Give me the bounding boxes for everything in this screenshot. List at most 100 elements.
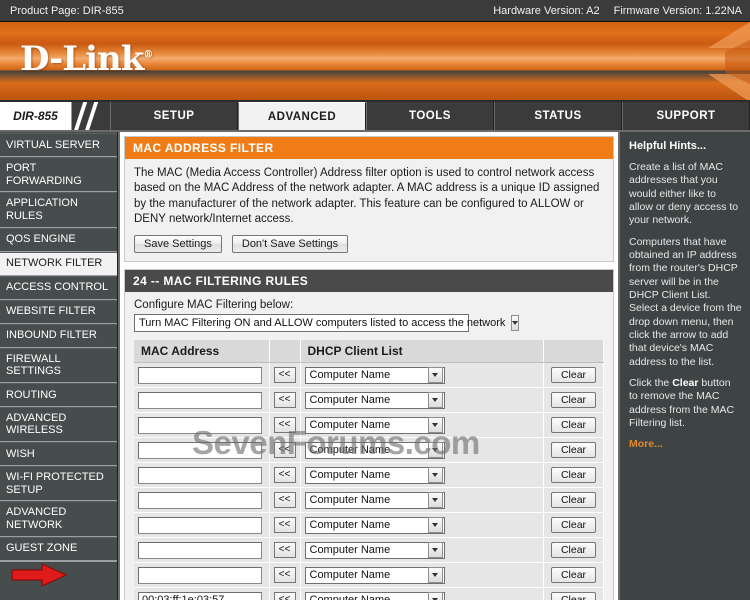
rules-panel-body: Configure MAC Filtering below: Turn MAC … [125,292,613,600]
sidebar-item-application-rules[interactable]: APPLICATION RULES [0,192,117,228]
clear-button[interactable]: Clear [550,492,597,509]
cell-dhcp-client: Computer Name [300,587,544,600]
sidebar-item-wish[interactable]: WISH [0,442,117,467]
dont-save-settings-button[interactable]: Don't Save Settings [231,235,349,254]
dhcp-client-value: Computer Name [309,494,391,507]
mac-address-input[interactable] [138,441,262,459]
mac-filter-panel-body: The MAC (Media Access Controller) Addres… [125,159,613,262]
copy-mac-button[interactable]: << [273,442,296,459]
clear-button[interactable]: Clear [550,467,597,484]
clear-button[interactable]: Clear [550,417,597,434]
nav-slash-decoration [72,102,110,130]
clear-button[interactable]: Clear [550,592,597,600]
chevron-down-icon [427,417,443,434]
sidebar-item-access-control[interactable]: ACCESS CONTROL [0,275,117,300]
dhcp-client-select[interactable]: Computer Name [304,441,445,459]
nav-tab-list: SETUP ADVANCED TOOLS STATUS SUPPORT [110,102,750,130]
hints-more-link[interactable]: More... [629,438,742,451]
dhcp-client-value: Computer Name [309,419,391,432]
table-row: << Computer Name Clear [134,387,604,414]
mac-address-input[interactable] [138,566,262,584]
dhcp-client-value: Computer Name [309,469,391,482]
mac-filtering-mode-value: Turn MAC Filtering ON and ALLOW computer… [139,317,506,330]
cell-mac-address [134,362,270,389]
cell-copy-arrow: << [269,587,301,600]
copy-mac-button[interactable]: << [273,392,296,409]
configure-filtering-label: Configure MAC Filtering below: [134,299,294,312]
top-product-bar: Product Page: DIR-855 Hardware Version: … [0,0,750,22]
cell-dhcp-client: Computer Name [300,387,544,414]
mac-filter-description: The MAC (Media Access Controller) Addres… [134,167,600,225]
table-row: << Computer Name Clear [134,412,604,439]
sidebar-item-advanced-wireless[interactable]: ADVANCED WIRELESS [0,406,117,443]
clear-button[interactable]: Clear [550,517,597,534]
clear-button[interactable]: Clear [550,567,597,584]
clear-button[interactable]: Clear [550,542,597,559]
save-settings-button[interactable]: Save Settings [134,235,222,254]
clear-button[interactable]: Clear [550,442,597,459]
dhcp-client-select[interactable]: Computer Name [304,391,445,409]
cell-copy-arrow: << [269,462,301,489]
cell-copy-arrow: << [269,387,301,414]
mac-address-filter-panel: MAC ADDRESS FILTER The MAC (Media Access… [124,136,614,263]
table-row: << Computer Name Clear [134,512,604,539]
sidebar-item-wifi-protected-setup[interactable]: WI-FI PROTECTED SETUP [0,466,117,502]
chevron-down-icon [427,542,443,559]
cell-copy-arrow: << [269,512,301,539]
column-header-action [543,340,604,364]
sidebar-item-virtual-server[interactable]: VIRTUAL SERVER [0,133,117,157]
dhcp-client-select[interactable]: Computer Name [304,416,445,434]
tab-advanced[interactable]: ADVANCED [238,102,366,130]
sidebar-item-qos-engine[interactable]: QOS ENGINE [0,227,117,252]
copy-mac-button[interactable]: << [273,542,296,559]
clear-button[interactable]: Clear [550,392,597,409]
sidebar-item-guest-zone[interactable]: GUEST ZONE [0,536,117,561]
cell-mac-address [134,387,270,414]
dhcp-client-value: Computer Name [306,594,395,600]
dhcp-client-select[interactable]: Computer Name [304,466,445,484]
tab-support[interactable]: SUPPORT [622,102,750,130]
tab-status[interactable]: STATUS [494,102,622,130]
mac-address-input[interactable] [138,416,262,434]
tab-tools[interactable]: TOOLS [366,102,494,130]
settings-button-row: Save Settings Don't Save Settings [134,235,604,254]
sidebar-item-network-filter[interactable]: NETWORK FILTER [0,251,117,276]
cell-mac-address [134,587,270,600]
mac-address-input[interactable] [138,366,262,384]
dhcp-client-select[interactable]: Computer Name [304,516,445,534]
dhcp-client-value: Computer Name [309,544,391,557]
sidebar-item-advanced-network[interactable]: ADVANCED NETWORK [0,501,117,537]
mac-address-input[interactable] [138,491,262,509]
cell-copy-arrow: << [269,537,301,564]
tab-setup[interactable]: SETUP [110,102,238,130]
mac-address-input[interactable] [138,466,262,484]
cell-dhcp-client: Computer Name [300,437,544,464]
mac-address-input[interactable] [138,541,262,559]
clear-button[interactable]: Clear [550,367,597,384]
dhcp-client-select[interactable]: Computer Name [304,491,445,509]
cell-clear-action: Clear [543,437,604,464]
dhcp-client-value: Computer Name [309,519,391,532]
copy-mac-button[interactable]: << [273,467,296,484]
copy-mac-button[interactable]: << [273,417,296,434]
dhcp-client-select[interactable]: Computer Name [304,566,445,584]
mac-filtering-mode-select[interactable]: Turn MAC Filtering ON and ALLOW computer… [134,314,520,333]
dhcp-client-select[interactable]: Computer Name [304,541,445,559]
sidebar-item-port-forwarding[interactable]: PORT FORWARDING [0,157,117,193]
copy-mac-button[interactable]: << [273,492,296,509]
sidebar-filler [0,560,117,600]
sidebar-item-routing[interactable]: ROUTING [0,382,117,407]
mac-address-input[interactable] [138,516,262,534]
dhcp-client-select[interactable]: Computer Name [304,366,445,384]
chevron-down-icon [427,492,443,509]
sidebar-item-firewall-settings[interactable]: FIREWALL SETTINGS [0,347,117,383]
sidebar-item-inbound-filter[interactable]: INBOUND FILTER [0,323,117,348]
copy-mac-button[interactable]: << [273,592,296,600]
dhcp-client-select[interactable]: Computer Name [304,591,445,600]
copy-mac-button[interactable]: << [273,517,296,534]
sidebar-item-website-filter[interactable]: WEBSITE FILTER [0,299,117,324]
copy-mac-button[interactable]: << [273,367,296,384]
mac-address-input[interactable] [138,591,262,600]
mac-address-input[interactable] [138,391,262,409]
copy-mac-button[interactable]: << [273,567,296,584]
